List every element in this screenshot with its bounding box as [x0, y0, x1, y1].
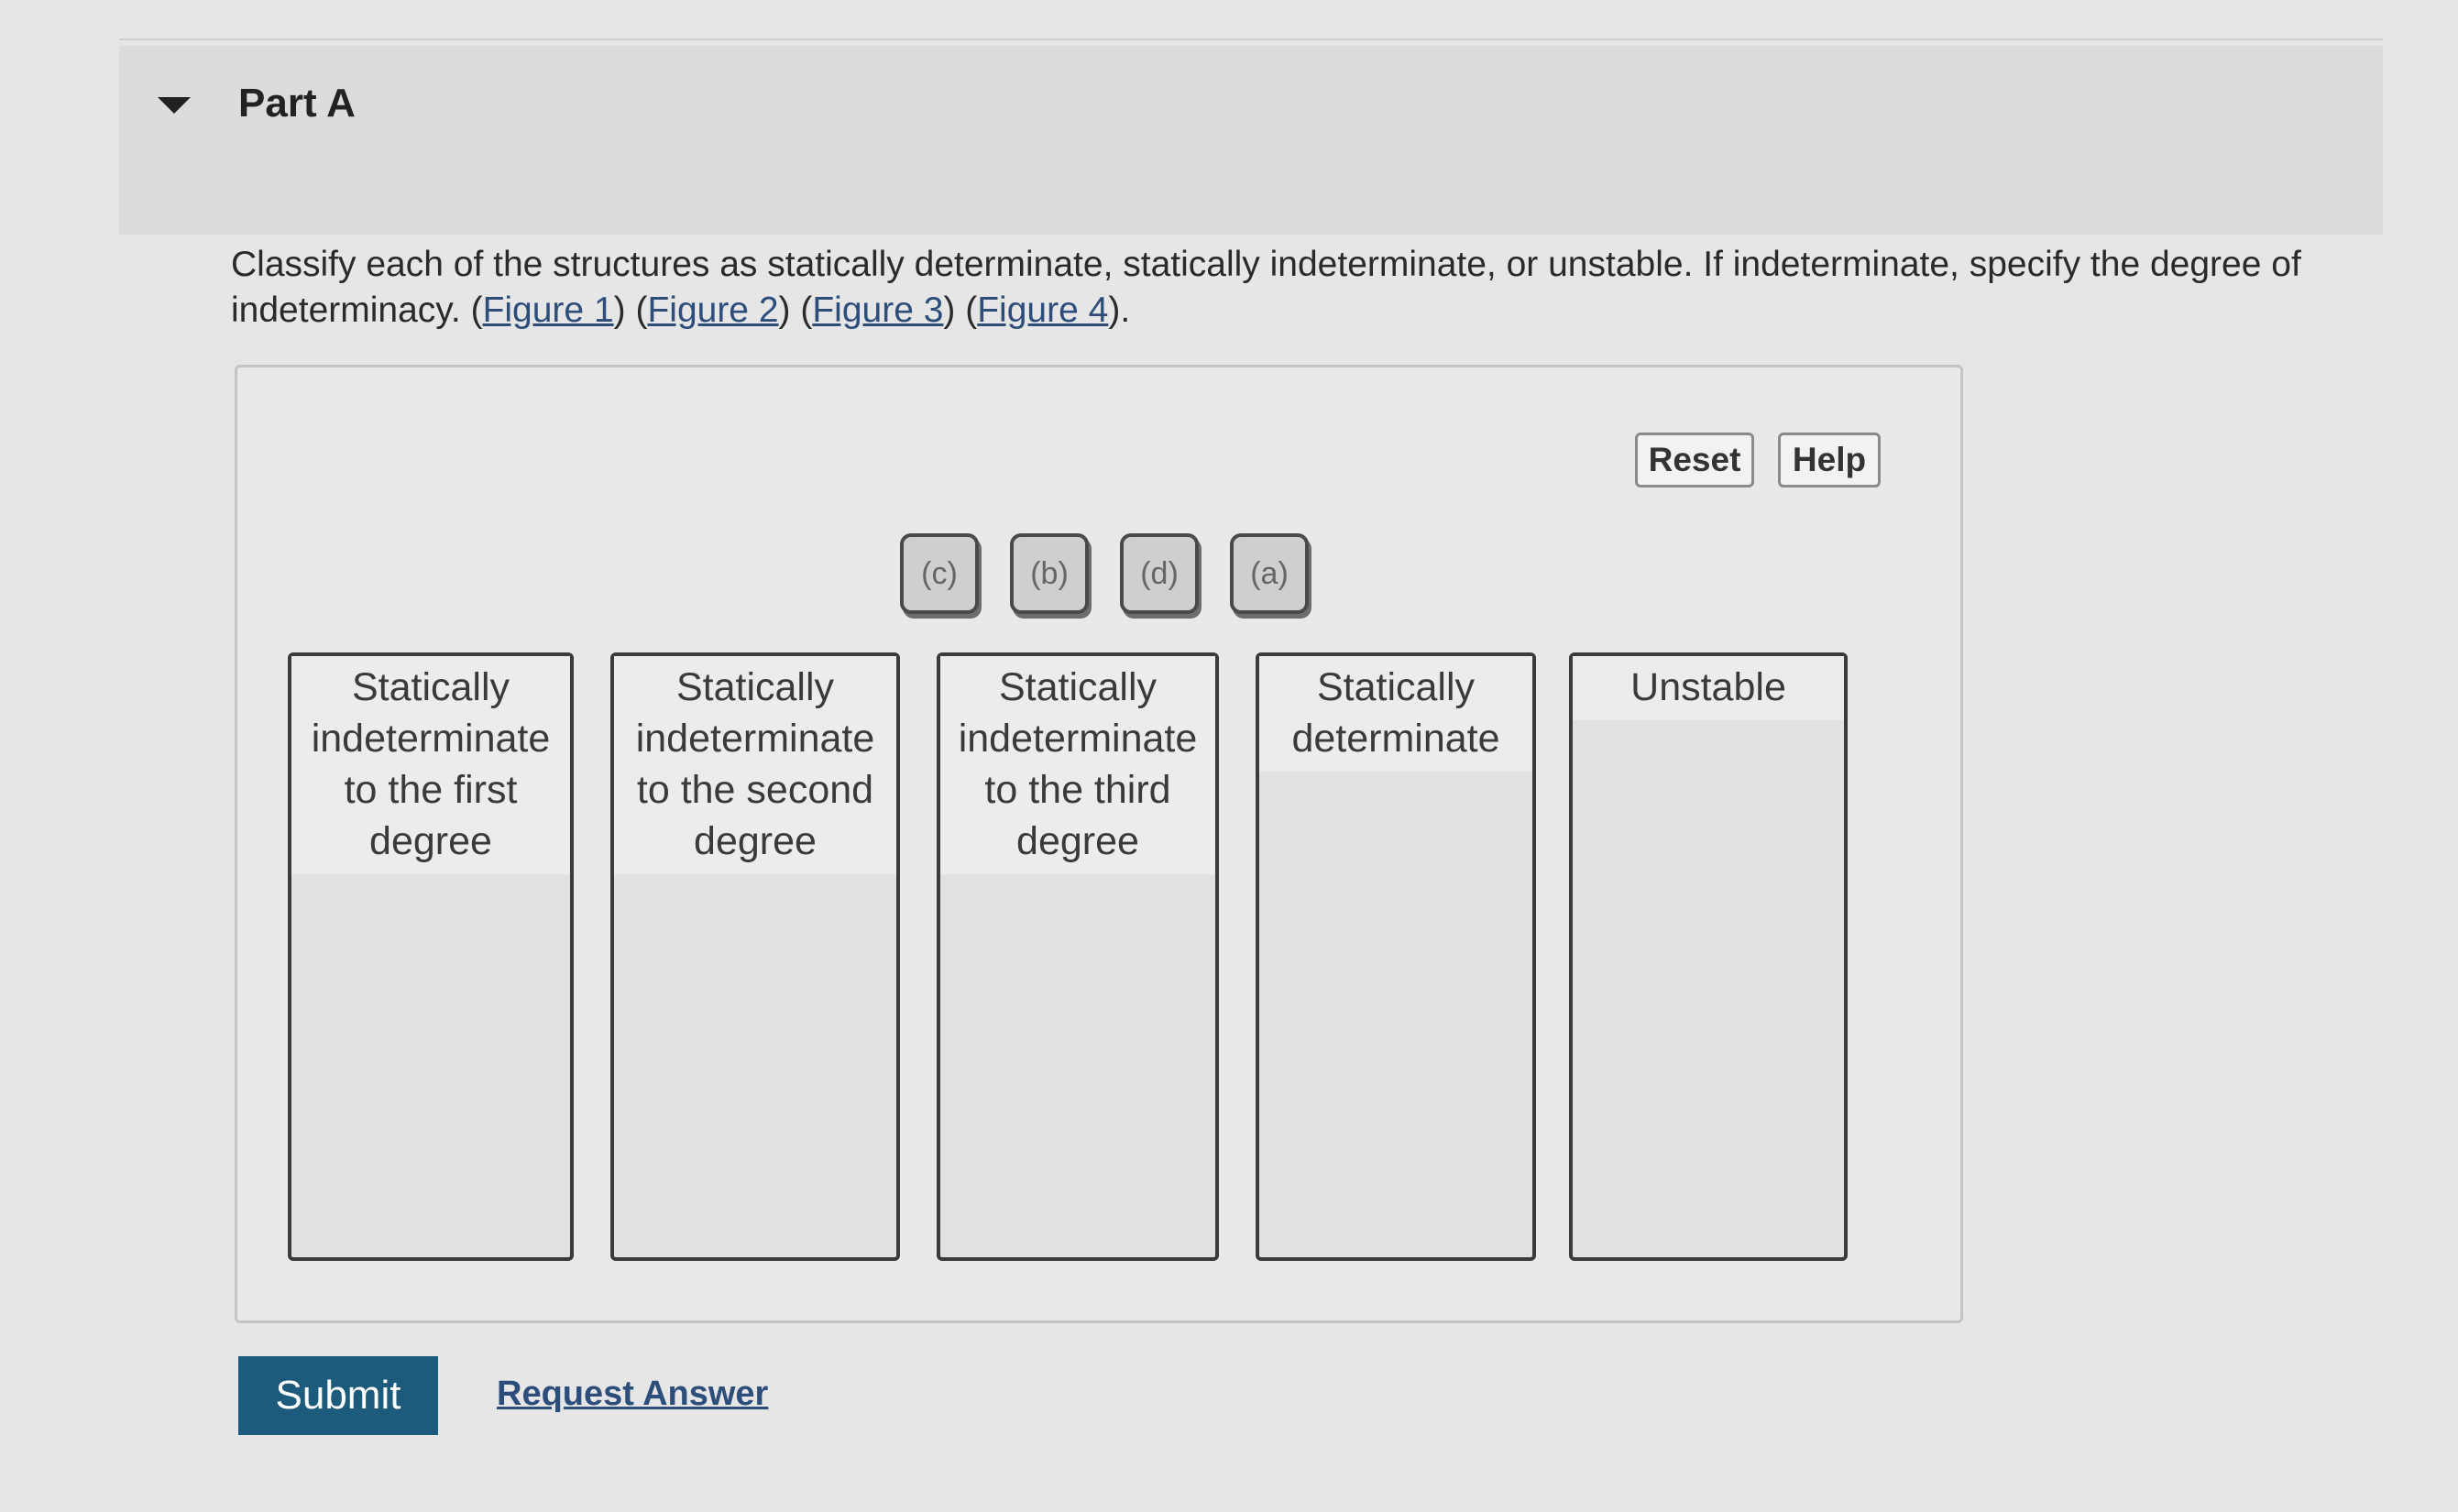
page: Part A Classify each of the structures a… [0, 0, 2458, 1512]
figure-3-link[interactable]: Figure 3 [812, 290, 943, 330]
part-title: Part A [238, 81, 356, 126]
divider [119, 38, 2383, 40]
bin-label: Unstable [1573, 656, 1844, 720]
part-header[interactable] [119, 46, 2383, 235]
caret-down-icon[interactable] [158, 97, 191, 114]
bin-indeterminate-second[interactable]: Statically indeterminate to the second d… [610, 652, 900, 1261]
bin-label: Statically determinate [1259, 656, 1532, 772]
figure-4-link[interactable]: Figure 4 [977, 290, 1108, 330]
token-a[interactable]: (a) [1230, 533, 1309, 614]
bin-indeterminate-first[interactable]: Statically indeterminate to the first de… [288, 652, 574, 1261]
bin-determinate[interactable]: Statically determinate [1256, 652, 1536, 1261]
token-c[interactable]: (c) [900, 533, 979, 614]
question-text: Classify each of the structures as stati… [231, 245, 2301, 330]
token-b[interactable]: (b) [1010, 533, 1089, 614]
figure-1-link[interactable]: Figure 1 [483, 290, 614, 330]
bin-label: Statically indeterminate to the third de… [940, 656, 1215, 874]
question-end: . [1120, 290, 1131, 330]
help-button[interactable]: Help [1778, 433, 1881, 488]
bin-indeterminate-third[interactable]: Statically indeterminate to the third de… [937, 652, 1219, 1261]
reset-button[interactable]: Reset [1635, 433, 1754, 488]
bin-label: Statically indeterminate to the second d… [614, 656, 896, 874]
token-d[interactable]: (d) [1120, 533, 1199, 614]
figure-2-link[interactable]: Figure 2 [647, 290, 778, 330]
bin-unstable[interactable]: Unstable [1569, 652, 1848, 1261]
request-answer-link[interactable]: Request Answer [497, 1375, 768, 1414]
bin-label: Statically indeterminate to the first de… [291, 656, 570, 874]
submit-button[interactable]: Submit [238, 1356, 438, 1435]
